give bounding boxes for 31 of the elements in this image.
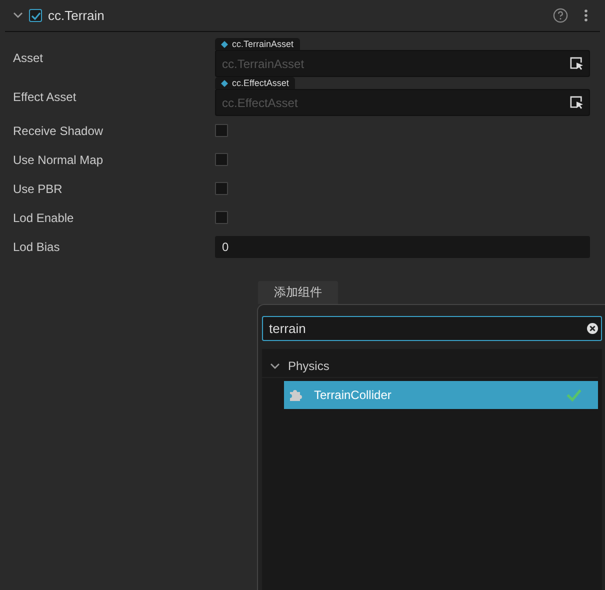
pick-icon[interactable]	[570, 96, 583, 109]
group-label[interactable]: Physics	[288, 359, 330, 373]
add-component-button[interactable]: 添加组件	[258, 281, 338, 304]
type-tag-text: cc.EffectAsset	[232, 78, 289, 88]
help-icon[interactable]	[553, 8, 568, 23]
checkbox[interactable]	[215, 124, 228, 137]
property-label: Lod Enable	[13, 210, 75, 224]
chevron-icon[interactable]	[270, 362, 280, 370]
checkbox[interactable]	[215, 211, 228, 224]
chevron-icon[interactable]	[13, 12, 23, 19]
property-label: Use Normal Map	[13, 152, 104, 166]
diamond-icon	[221, 80, 228, 86]
diamond-icon	[221, 40, 228, 48]
property-label: Effect Asset	[13, 90, 78, 104]
enable-checkbox[interactable]	[29, 9, 42, 22]
property-label: Lod Bias	[13, 240, 61, 254]
check-icon	[30, 10, 40, 20]
pick-icon[interactable]	[570, 57, 583, 70]
property-label: Asset	[13, 50, 44, 64]
puzzle-icon	[289, 388, 303, 402]
checkbox[interactable]	[215, 153, 228, 166]
property-label: Use PBR	[13, 182, 64, 196]
item-label: TerrainCollider	[314, 388, 392, 402]
number-field[interactable]: 0	[215, 236, 590, 258]
checkbox[interactable]	[215, 182, 228, 195]
search-field[interactable]: terrain	[262, 316, 602, 341]
type-tag-text: cc.TerrainAsset	[232, 39, 294, 49]
component-title: cc.Terrain	[48, 8, 106, 23]
clear-icon[interactable]	[587, 323, 598, 334]
more-icon[interactable]	[584, 9, 588, 22]
property-label: Receive Shadow	[13, 124, 104, 138]
